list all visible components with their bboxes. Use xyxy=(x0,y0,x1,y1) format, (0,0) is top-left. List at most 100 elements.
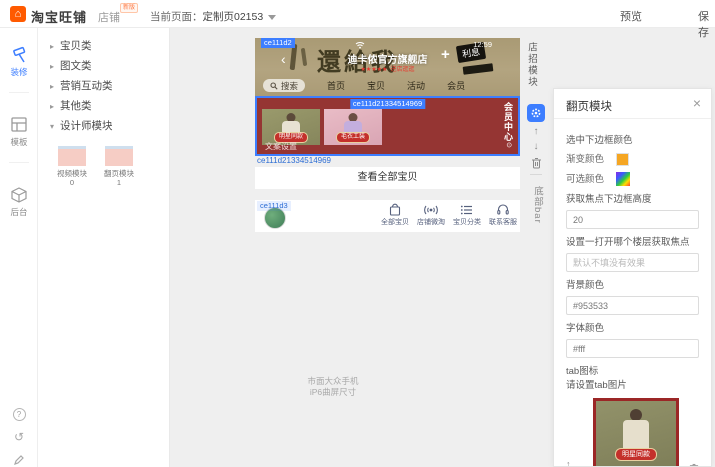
photo-tag-pill[interactable]: 毛衣工装 xyxy=(336,132,370,143)
current-page-selector[interactable]: 当前页面：定制页02153 xyxy=(150,9,276,24)
rail-item-backend[interactable]: 后台 xyxy=(0,186,38,218)
tab-image-preview[interactable]: 明星同款 xyxy=(593,398,679,467)
gradient-color-row: 渐变颜色 xyxy=(566,153,699,166)
floor-focus-label: 设置一打开哪个楼层获取焦点 xyxy=(566,237,699,249)
collapsed-arrow-icon: ▸ xyxy=(50,82,54,91)
rail-divider xyxy=(9,92,29,93)
font-color-label: 字体颜色 xyxy=(566,323,699,335)
banner-caption: 文案设置 xyxy=(265,141,297,152)
gear-icon xyxy=(530,107,542,119)
bottombar-items: 全部宝贝 店铺微淘 宝贝分类 联系客服 xyxy=(377,203,517,227)
rail-item-decorate[interactable]: 装修 xyxy=(0,46,38,78)
shop-nav-home[interactable]: 首页 xyxy=(327,79,345,92)
preview-button[interactable]: 预览 xyxy=(620,8,642,24)
app-window: ⌂ 淘宝旺铺 店铺 新版 当前页面：定制页02153 预览 保存 装修 模板 xyxy=(0,0,715,467)
shop-nav-activity[interactable]: 活动 xyxy=(407,79,425,92)
module-thumb-pageflip[interactable] xyxy=(105,146,133,166)
app-title: 淘宝旺铺 xyxy=(31,7,87,26)
tree-item-label: 图文类 xyxy=(60,60,92,72)
panel-header: 翻页模块 × xyxy=(554,89,711,119)
optional-color-swatch[interactable] xyxy=(616,172,630,186)
shop-nav-member[interactable]: 会员 xyxy=(447,79,465,92)
move-up-button[interactable]: ↑ xyxy=(566,460,571,467)
chevron-down-icon xyxy=(268,15,276,20)
tree-item-designer[interactable]: ▾ 设计师模块 xyxy=(38,116,170,136)
new-version-badge: 新版 xyxy=(120,3,138,13)
search-label: 搜索 xyxy=(281,80,298,92)
module-settings-panel: 翻页模块 × 选中下边框颜色 渐变颜色 可选颜色 获取焦点下边框高度 设置一打开… xyxy=(553,88,712,467)
left-rail: 装修 模板 后台 ? ↺ xyxy=(0,28,38,467)
pageflip-module-selected[interactable]: ce111d21334514969 明星同款 毛衣工装 文案设置 会员中心⊙ xyxy=(255,96,520,156)
banner-photo-right: 毛衣工装 xyxy=(324,109,382,145)
settings-button[interactable] xyxy=(527,104,545,122)
collapsed-arrow-icon: ▸ xyxy=(50,102,54,111)
font-color-input[interactable] xyxy=(566,339,699,358)
bottombar-item-categories[interactable]: 宝贝分类 xyxy=(449,203,485,227)
module-thumb-label: 视频模块0 xyxy=(48,169,96,187)
module-thumb-video[interactable] xyxy=(58,146,86,166)
tree-item-label: 其他类 xyxy=(60,100,92,112)
toolbar-divider xyxy=(530,174,542,175)
template-icon xyxy=(0,116,38,134)
tree-item-label: 设计师模块 xyxy=(60,120,113,132)
tree-item-imagetext[interactable]: ▸ 图文类 xyxy=(38,56,170,76)
expanded-arrow-icon: ▾ xyxy=(50,122,54,131)
shop-nav-products[interactable]: 宝贝 xyxy=(367,79,385,92)
shop-rating: ★★★★★进店逛逛 xyxy=(255,64,520,73)
bottombar-item-service[interactable]: 联系客服 xyxy=(485,203,521,227)
shopsign-vertical-label: 店招模块 xyxy=(524,42,538,88)
move-up-button[interactable]: ↑ xyxy=(534,127,539,137)
save-button[interactable]: 保存 xyxy=(698,8,715,40)
module-id-text: ce111d21334514969 xyxy=(255,156,520,166)
optional-color-label: 可选颜色 xyxy=(566,174,608,185)
shop-tab[interactable]: 店铺 xyxy=(98,9,120,25)
viewall-module[interactable]: 查看全部宝贝 xyxy=(255,167,520,189)
gradient-color-swatch[interactable] xyxy=(616,153,629,166)
collapsed-arrow-icon: ▸ xyxy=(50,62,54,71)
current-page-value: 定制页02153 xyxy=(203,11,264,23)
tab-icon-hint: 请设置tab图片 xyxy=(566,380,699,392)
status-time: 12:59 xyxy=(473,40,492,49)
shop-search-pill[interactable]: 搜索 xyxy=(263,79,305,92)
help-button[interactable]: ? xyxy=(0,406,38,421)
close-icon[interactable]: × xyxy=(693,95,701,111)
floor-focus-input[interactable] xyxy=(566,253,699,272)
bag-icon xyxy=(377,203,413,216)
bg-color-input[interactable] xyxy=(566,296,699,315)
tab-image-block: 明星同款 ↑ ↓ xyxy=(566,396,699,467)
tree-item-marketing[interactable]: ▸营销互动类 xyxy=(38,76,170,96)
tree-item-label: 宝贝类 xyxy=(60,40,92,52)
tab-icon-label: tab图标 xyxy=(566,366,699,378)
headset-icon xyxy=(485,203,521,216)
taobao-logo-icon: ⌂ xyxy=(10,6,26,22)
module-id-chip: ce111d2 xyxy=(261,38,295,48)
reorder-arrows: ↑ ↓ xyxy=(566,460,571,467)
delete-module-button[interactable] xyxy=(531,157,542,169)
edit-button[interactable] xyxy=(0,454,38,467)
phone-preview: 還給我 + 利息 12:59 ‹ 迪卡侬官方旗舰店 ★★★★★进店逛逛 搜索 xyxy=(255,38,520,232)
vip-center-vertical-label[interactable]: 会员中心⊙ xyxy=(502,102,515,149)
module-gap xyxy=(255,189,520,200)
rail-divider xyxy=(9,162,29,163)
optional-color-row: 可选颜色 xyxy=(566,172,699,186)
shopsign-module[interactable]: 還給我 + 利息 12:59 ‹ 迪卡侬官方旗舰店 ★★★★★进店逛逛 搜索 xyxy=(255,38,520,96)
bottombar-item-weitao[interactable]: 店铺微淘 xyxy=(413,203,449,227)
trash-icon xyxy=(531,157,542,169)
undo-button[interactable]: ↺ xyxy=(0,430,38,444)
focus-height-label: 获取焦点下边框高度 xyxy=(566,194,699,206)
rail-label-backend: 后台 xyxy=(0,206,38,218)
tree-item-products[interactable]: ▸ 宝贝类 xyxy=(38,36,170,56)
search-icon xyxy=(270,82,278,90)
panel-body: 选中下边框颜色 渐变颜色 可选颜色 获取焦点下边框高度 设置一打开哪个楼层获取焦… xyxy=(554,119,711,467)
rail-item-template[interactable]: 模板 xyxy=(0,116,38,148)
move-down-button[interactable]: ↓ xyxy=(534,142,539,152)
bottombar-module[interactable]: ce111d3 全部宝贝 店铺微淘 宝贝分类 xyxy=(255,200,520,232)
module-id-chip: ce111d3 xyxy=(257,201,291,211)
focus-height-input[interactable] xyxy=(566,210,699,229)
tree-item-others[interactable]: ▸ 其他类 xyxy=(38,96,170,116)
bottombar-item-all-products[interactable]: 全部宝贝 xyxy=(377,203,413,227)
pencil-icon xyxy=(13,455,25,467)
delete-image-button[interactable] xyxy=(689,463,699,467)
enter-shop-text[interactable]: 进店逛逛 xyxy=(390,67,414,73)
collapsed-arrow-icon: ▸ xyxy=(50,42,54,51)
